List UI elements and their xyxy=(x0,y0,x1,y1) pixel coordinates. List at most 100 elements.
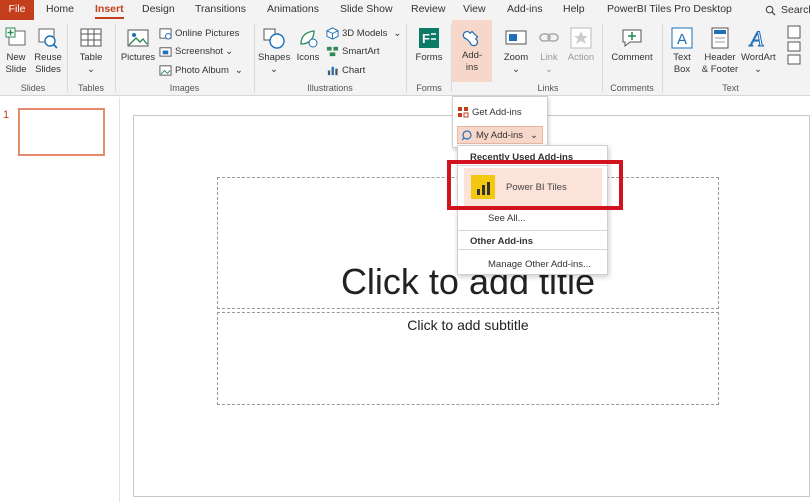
group-label-links: Links xyxy=(537,83,559,93)
text-box-button[interactable]: A Text Box xyxy=(667,26,697,76)
tab-transitions[interactable]: Transitions xyxy=(195,0,246,20)
forms-button[interactable]: F Forms xyxy=(412,26,446,64)
tab-review[interactable]: Review xyxy=(411,0,445,20)
chevron-down-icon: ⌄ xyxy=(754,64,762,75)
shapes-button[interactable]: Shapes ⌄ xyxy=(258,26,290,76)
new-slide-icon xyxy=(5,27,26,46)
reuse-slides-button[interactable]: Reuse Slides xyxy=(33,26,63,76)
online-pictures-button[interactable]: Online Pictures xyxy=(159,25,239,41)
action-icon xyxy=(570,27,592,49)
text-box-label-2: Box xyxy=(673,64,691,75)
subtitle-placeholder-text: Click to add subtitle xyxy=(407,317,529,333)
my-add-ins-item[interactable]: My Add-ins ⌄ xyxy=(457,126,543,144)
group-label-text: Text xyxy=(722,83,739,93)
search-box[interactable]: Search xyxy=(765,0,810,20)
get-add-ins-icon xyxy=(458,107,469,118)
see-all-item[interactable]: See All... xyxy=(488,213,526,224)
add-ins-icon xyxy=(462,30,479,47)
tab-design[interactable]: Design xyxy=(142,0,175,20)
table-button[interactable]: Table ⌄ xyxy=(72,26,110,76)
my-add-ins-label: My Add-ins xyxy=(476,129,523,141)
my-add-ins-icon xyxy=(461,130,472,141)
slide-thumbnail-pane: 1 xyxy=(0,97,120,502)
group-label-forms: Forms xyxy=(416,83,442,93)
other-add-ins-header: Other Add-ins xyxy=(470,236,533,247)
reuse-slides-label: Reuse Slides xyxy=(34,52,62,75)
subtitle-placeholder[interactable]: Click to add subtitle xyxy=(217,312,719,405)
table-label: Table xyxy=(79,52,103,63)
comment-button[interactable]: Comment xyxy=(608,26,656,64)
pictures-label: Pictures xyxy=(120,52,156,63)
screenshot-icon xyxy=(159,46,172,57)
tab-add-ins[interactable]: Add-ins xyxy=(507,0,543,20)
chevron-down-icon: ⌄ xyxy=(234,64,243,76)
slide-thumbnail[interactable] xyxy=(18,108,105,156)
table-icon xyxy=(80,28,102,47)
smartart-button[interactable]: SmartArt xyxy=(326,43,379,59)
new-slide-label: New Slide xyxy=(5,52,27,75)
tab-view[interactable]: View xyxy=(463,0,486,20)
search-icon xyxy=(765,5,776,16)
screenshot-button[interactable]: Screenshot ⌄ xyxy=(159,43,233,59)
smartart-label: SmartArt xyxy=(342,45,380,57)
tab-animations[interactable]: Animations xyxy=(267,0,319,20)
chevron-down-icon: ⌄ xyxy=(530,129,538,141)
header-footer-label-1: Header xyxy=(704,52,736,63)
zoom-icon xyxy=(505,30,527,45)
add-ins-dropdown: Get Add-ins My Add-ins ⌄ xyxy=(452,96,548,148)
tab-powerbi-tiles-pro[interactable]: PowerBI Tiles Pro Desktop xyxy=(607,0,732,20)
svg-text:A: A xyxy=(677,31,687,48)
add-ins-button[interactable]: Add- ins xyxy=(452,20,492,82)
online-pictures-label: Online Pictures xyxy=(175,27,240,39)
wordart-button[interactable]: A WordArt ⌄ xyxy=(741,26,776,76)
new-slide-button[interactable]: New Slide xyxy=(1,26,31,76)
3d-models-button[interactable]: 3D Models ⌄ xyxy=(326,25,401,41)
photo-album-label: Photo Album xyxy=(175,64,229,76)
pictures-icon xyxy=(127,29,149,47)
tab-home[interactable]: Home xyxy=(46,0,74,20)
link-label: Link xyxy=(540,52,558,63)
online-pictures-icon xyxy=(159,27,172,40)
photo-album-button[interactable]: Photo Album ⌄ xyxy=(159,62,243,78)
shapes-label: Shapes xyxy=(258,52,291,63)
tab-help[interactable]: Help xyxy=(563,0,585,20)
pictures-button[interactable]: Pictures xyxy=(119,26,157,64)
chevron-down-icon: ⌄ xyxy=(393,27,402,39)
reuse-slides-icon xyxy=(38,28,58,49)
svg-text:A: A xyxy=(748,26,764,50)
text-more-icon xyxy=(787,25,801,65)
tab-insert[interactable]: Insert xyxy=(95,0,124,20)
header-footer-button[interactable]: Header & Footer xyxy=(700,26,740,76)
get-add-ins-item[interactable]: Get Add-ins xyxy=(457,103,522,121)
3d-models-icon xyxy=(326,26,339,40)
tab-file[interactable]: File xyxy=(0,0,34,20)
wordart-label: WordArt xyxy=(741,52,776,63)
chart-icon xyxy=(327,66,338,75)
group-label-comments: Comments xyxy=(610,83,654,93)
text-more-button[interactable] xyxy=(784,24,804,68)
manage-other-add-ins-item[interactable]: Manage Other Add-ins... xyxy=(488,259,591,270)
svg-text:F: F xyxy=(422,31,430,46)
link-icon xyxy=(539,33,559,42)
chevron-down-icon: ⌄ xyxy=(512,64,520,75)
header-footer-label-2: & Footer xyxy=(701,64,739,75)
header-footer-icon xyxy=(711,27,729,49)
group-label-illustrations: Illustrations xyxy=(307,83,353,93)
tab-slide-show[interactable]: Slide Show xyxy=(340,0,393,20)
chevron-down-icon: ⌄ xyxy=(270,64,278,75)
zoom-button[interactable]: Zoom ⌄ xyxy=(500,26,532,76)
get-add-ins-label: Get Add-ins xyxy=(472,106,522,118)
text-box-label-1: Text xyxy=(673,52,691,63)
highlight-annotation-box xyxy=(447,160,623,210)
action-button[interactable]: Action xyxy=(565,26,597,64)
group-label-images: Images xyxy=(169,83,200,93)
ribbon-tab-bar: File Home Insert Design Transitions Anim… xyxy=(0,0,810,20)
link-button[interactable]: Link ⌄ xyxy=(534,26,564,76)
chart-button[interactable]: Chart xyxy=(326,62,365,78)
icons-button[interactable]: Icons xyxy=(293,26,323,64)
group-label-tables: Tables xyxy=(77,83,104,93)
chevron-down-icon: ⌄ xyxy=(87,64,95,75)
add-ins-label-1: Add- xyxy=(461,50,483,61)
chart-label: Chart xyxy=(342,64,366,76)
search-label: Search xyxy=(781,3,810,16)
